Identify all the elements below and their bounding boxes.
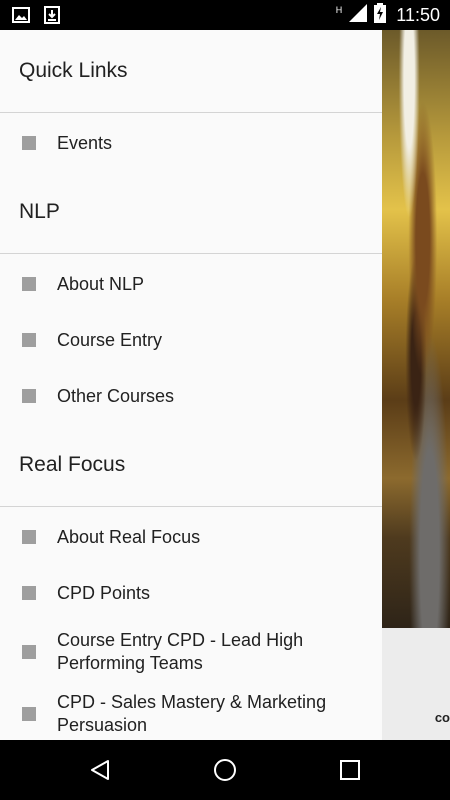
menu-item-events[interactable]: Events — [0, 115, 382, 171]
status-bar: H 11:50 — [0, 0, 450, 30]
caption-text: co — [434, 710, 450, 725]
menu-item-other-courses[interactable]: Other Courses — [0, 368, 382, 424]
banner-image — [382, 30, 450, 628]
menu-item-label: About NLP — [57, 273, 145, 294]
menu-item-about-real-focus[interactable]: About Real Focus — [0, 509, 382, 565]
bullet-icon — [22, 645, 36, 659]
download-notification-icon — [44, 6, 60, 29]
menu-item-course-entry[interactable]: Course Entry — [0, 312, 382, 368]
bullet-icon — [22, 333, 36, 347]
system-navigation-bar — [0, 740, 450, 800]
back-icon[interactable] — [85, 755, 115, 785]
menu-item-course-entry-cpd[interactable]: Course Entry CPD - Lead High Performing … — [0, 621, 382, 683]
section-header-nlp: NLP — [19, 200, 60, 223]
navigation-drawer: Quick Links Events NLP About NLP Course … — [0, 30, 382, 740]
signal-icon — [348, 3, 368, 28]
divider — [0, 253, 382, 254]
image-notification-icon — [12, 6, 30, 29]
bullet-icon — [22, 530, 36, 544]
bullet-icon — [22, 586, 36, 600]
menu-item-label: CPD Points — [57, 582, 151, 603]
bullet-icon — [22, 707, 36, 721]
menu-item-cpd-points[interactable]: CPD Points — [0, 565, 382, 621]
network-type-label: H — [335, 4, 343, 15]
bullet-icon — [22, 136, 36, 150]
menu-item-label: Course Entry — [57, 329, 163, 350]
menu-item-label: CPD - Sales Mastery & Marketing Persuasi… — [57, 692, 327, 735]
bullet-icon — [22, 277, 36, 291]
menu-item-label: Events — [57, 132, 113, 153]
menu-item-about-nlp[interactable]: About NLP — [0, 256, 382, 312]
menu-item-label: Other Courses — [57, 385, 175, 406]
section-header-real-focus: Real Focus — [19, 453, 126, 476]
status-time: 11:50 — [396, 5, 440, 25]
menu-item-label: About Real Focus — [57, 526, 201, 547]
recents-icon[interactable] — [335, 755, 365, 785]
app-background: co — [382, 30, 450, 740]
menu-item-label: Course Entry CPD - Lead High Performing … — [57, 630, 304, 673]
divider — [0, 112, 382, 113]
battery-charging-icon — [374, 3, 387, 28]
divider — [0, 506, 382, 507]
menu-item-cpd-sales-mastery[interactable]: CPD - Sales Mastery & Marketing Persuasi… — [0, 683, 382, 740]
section-header-quick-links: Quick Links — [19, 59, 128, 82]
home-icon[interactable] — [210, 755, 240, 785]
bullet-icon — [22, 389, 36, 403]
